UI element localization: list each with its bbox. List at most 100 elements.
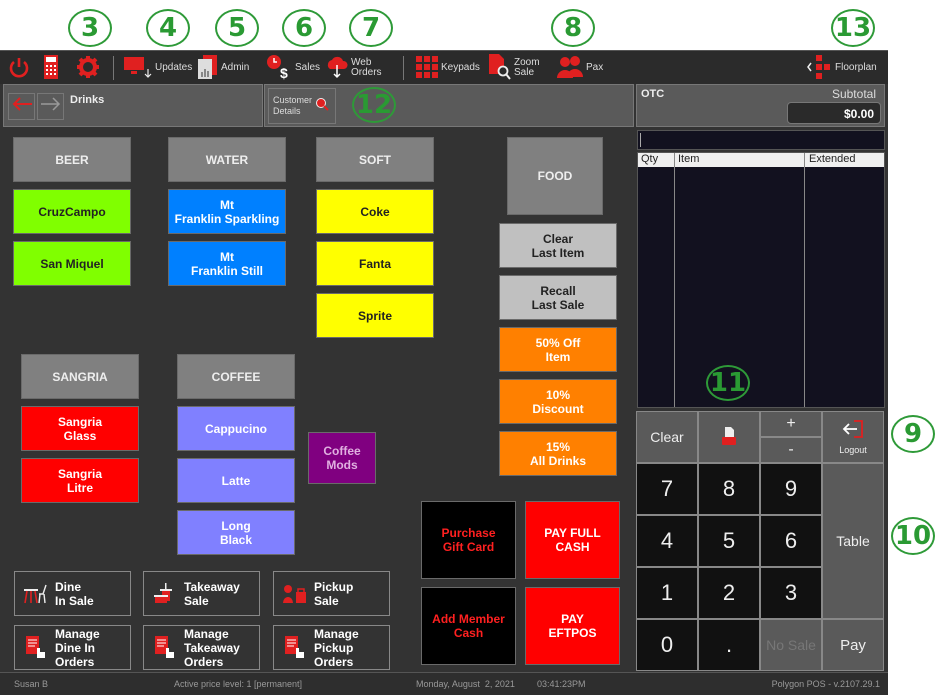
item-cappucino[interactable]: Cappucino: [177, 406, 295, 451]
item-latte[interactable]: Latte: [177, 458, 295, 503]
recall-last-sale-button[interactable]: Recall Last Sale: [499, 275, 617, 320]
discount-10-percent-button[interactable]: 10% Discount: [499, 379, 617, 424]
coffee-mods-button[interactable]: Coffee Mods: [308, 432, 376, 484]
callout-6: 6: [282, 9, 326, 47]
back-button[interactable]: [8, 93, 35, 120]
updates-button[interactable]: Updates: [124, 55, 192, 81]
order-name: OTC: [641, 88, 665, 100]
item-cruzcampo[interactable]: CruzCampo: [13, 189, 131, 234]
category-beer[interactable]: BEER: [13, 137, 131, 182]
key-4[interactable]: 4: [636, 515, 698, 567]
item-san-miquel[interactable]: San Miquel: [13, 241, 131, 286]
keypad-nav-panel: Drinks: [3, 84, 263, 127]
svg-text:$: $: [280, 65, 288, 80]
subtotal-value: $0.00: [787, 102, 881, 124]
item-mt-franklin-still[interactable]: Mt Franklin Still: [168, 241, 286, 286]
keypads-label: Keypads: [441, 62, 480, 73]
manage-takeaway-orders-button[interactable]: Manage Takeaway Orders: [143, 625, 260, 670]
printer-icon: [722, 426, 736, 448]
category-soft[interactable]: SOFT: [316, 137, 434, 182]
takeaway-sale-button[interactable]: Takeaway Sale: [143, 571, 260, 616]
arrow-right-icon: [40, 96, 62, 117]
key-7[interactable]: 7: [636, 463, 698, 515]
callout-4: 4: [146, 9, 190, 47]
document-hand-icon: [23, 635, 49, 661]
zoom-sale-button[interactable]: Zoom Sale: [489, 53, 540, 83]
item-mt-franklin-sparkling[interactable]: Mt Franklin Sparkling: [168, 189, 286, 234]
document-hand-icon: [282, 635, 308, 661]
add-member-cash-button[interactable]: Add Member Cash: [421, 587, 516, 665]
decrease-qty-button[interactable]: -: [760, 437, 822, 463]
keypad-title: Drinks: [70, 94, 105, 106]
grid-icon: [416, 55, 438, 81]
web-orders-button[interactable]: Web Orders: [326, 55, 382, 81]
manage-dine-in-orders-button[interactable]: Manage Dine In Orders: [14, 625, 131, 670]
forward-button[interactable]: [37, 93, 64, 120]
item-sprite[interactable]: Sprite: [316, 293, 434, 338]
customer-panel: Customer Details 12: [264, 84, 634, 127]
power-icon: [8, 56, 30, 81]
document-search-icon: [489, 53, 511, 83]
key-1[interactable]: 1: [636, 567, 698, 619]
order-items-table[interactable]: Qty Item Extended 11: [637, 152, 885, 408]
takeaway-cup-icon: [152, 581, 178, 607]
pay-full-cash-button[interactable]: PAY FULL CASH: [525, 501, 620, 579]
callout-8: 8: [551, 9, 595, 47]
category-coffee[interactable]: COFFEE: [177, 354, 295, 399]
pay-button[interactable]: Pay: [822, 619, 884, 671]
admin-button[interactable]: Admin: [198, 54, 249, 81]
item-fanta[interactable]: Fanta: [316, 241, 434, 286]
power-button[interactable]: [8, 55, 30, 81]
item-sangria-glass[interactable]: Sangria Glass: [21, 406, 139, 451]
dine-in-sale-button[interactable]: Dine In Sale: [14, 571, 131, 616]
customer-details-button[interactable]: Customer Details: [268, 88, 336, 124]
sales-label: Sales: [295, 62, 321, 73]
key-3[interactable]: 3: [760, 567, 822, 619]
floorplan-icon: [806, 54, 832, 83]
column-item: Item: [678, 153, 700, 165]
key-0[interactable]: 0: [636, 619, 698, 671]
key-2[interactable]: 2: [698, 567, 760, 619]
purchase-gift-card-button[interactable]: Purchase Gift Card: [421, 501, 516, 579]
clear-key[interactable]: Clear: [636, 411, 698, 463]
pax-button[interactable]: Pax: [557, 55, 603, 81]
barcode-input[interactable]: [637, 130, 885, 150]
manage-pickup-orders-button[interactable]: Manage Pickup Orders: [273, 625, 390, 670]
item-long-black[interactable]: Long Black: [177, 510, 295, 555]
category-water[interactable]: WATER: [168, 137, 286, 182]
item-coke[interactable]: Coke: [316, 189, 434, 234]
floorplan-button[interactable]: Floorplan: [806, 54, 877, 83]
status-price-level: Active price level: 1 [permanent]: [174, 679, 303, 689]
takeaway-sale-label: Takeaway Sale: [184, 579, 240, 608]
clear-last-item-button[interactable]: Clear Last Item: [499, 223, 617, 268]
cloud-download-icon: [326, 55, 348, 82]
logout-label: Logout: [839, 445, 867, 455]
print-button[interactable]: [698, 411, 760, 463]
column-qty: Qty: [641, 153, 659, 165]
discount-15-all-drinks-button[interactable]: 15% All Drinks: [499, 431, 617, 476]
callout-3: 3: [68, 9, 112, 47]
pay-eftpos-button[interactable]: PAY EFTPOS: [525, 587, 620, 665]
monitor-download-icon: [124, 55, 152, 82]
calculator-button[interactable]: [44, 54, 58, 81]
item-sangria-litre[interactable]: Sangria Litre: [21, 458, 139, 503]
key-decimal[interactable]: .: [698, 619, 760, 671]
key-5[interactable]: 5: [698, 515, 760, 567]
updates-label: Updates: [155, 62, 193, 73]
keypads-button[interactable]: Keypads: [416, 55, 480, 81]
key-6[interactable]: 6: [760, 515, 822, 567]
logout-button[interactable]: Logout: [822, 411, 884, 463]
sales-button[interactable]: $ Sales: [266, 54, 321, 81]
category-food[interactable]: FOOD: [507, 137, 603, 215]
category-sangria[interactable]: SANGRIA: [21, 354, 139, 399]
pax-label: Pax: [586, 62, 604, 73]
no-sale-button[interactable]: No Sale: [760, 619, 822, 671]
discount-50-off-item-button[interactable]: 50% Off Item: [499, 327, 617, 372]
key-8[interactable]: 8: [698, 463, 760, 515]
pickup-sale-button[interactable]: Pickup Sale: [273, 571, 390, 616]
settings-button[interactable]: [76, 55, 100, 81]
key-9[interactable]: 9: [760, 463, 822, 515]
table-button[interactable]: Table: [822, 463, 884, 619]
increase-qty-button[interactable]: +: [760, 411, 822, 437]
status-version: Polygon POS - v.2107.29.1: [771, 679, 880, 689]
